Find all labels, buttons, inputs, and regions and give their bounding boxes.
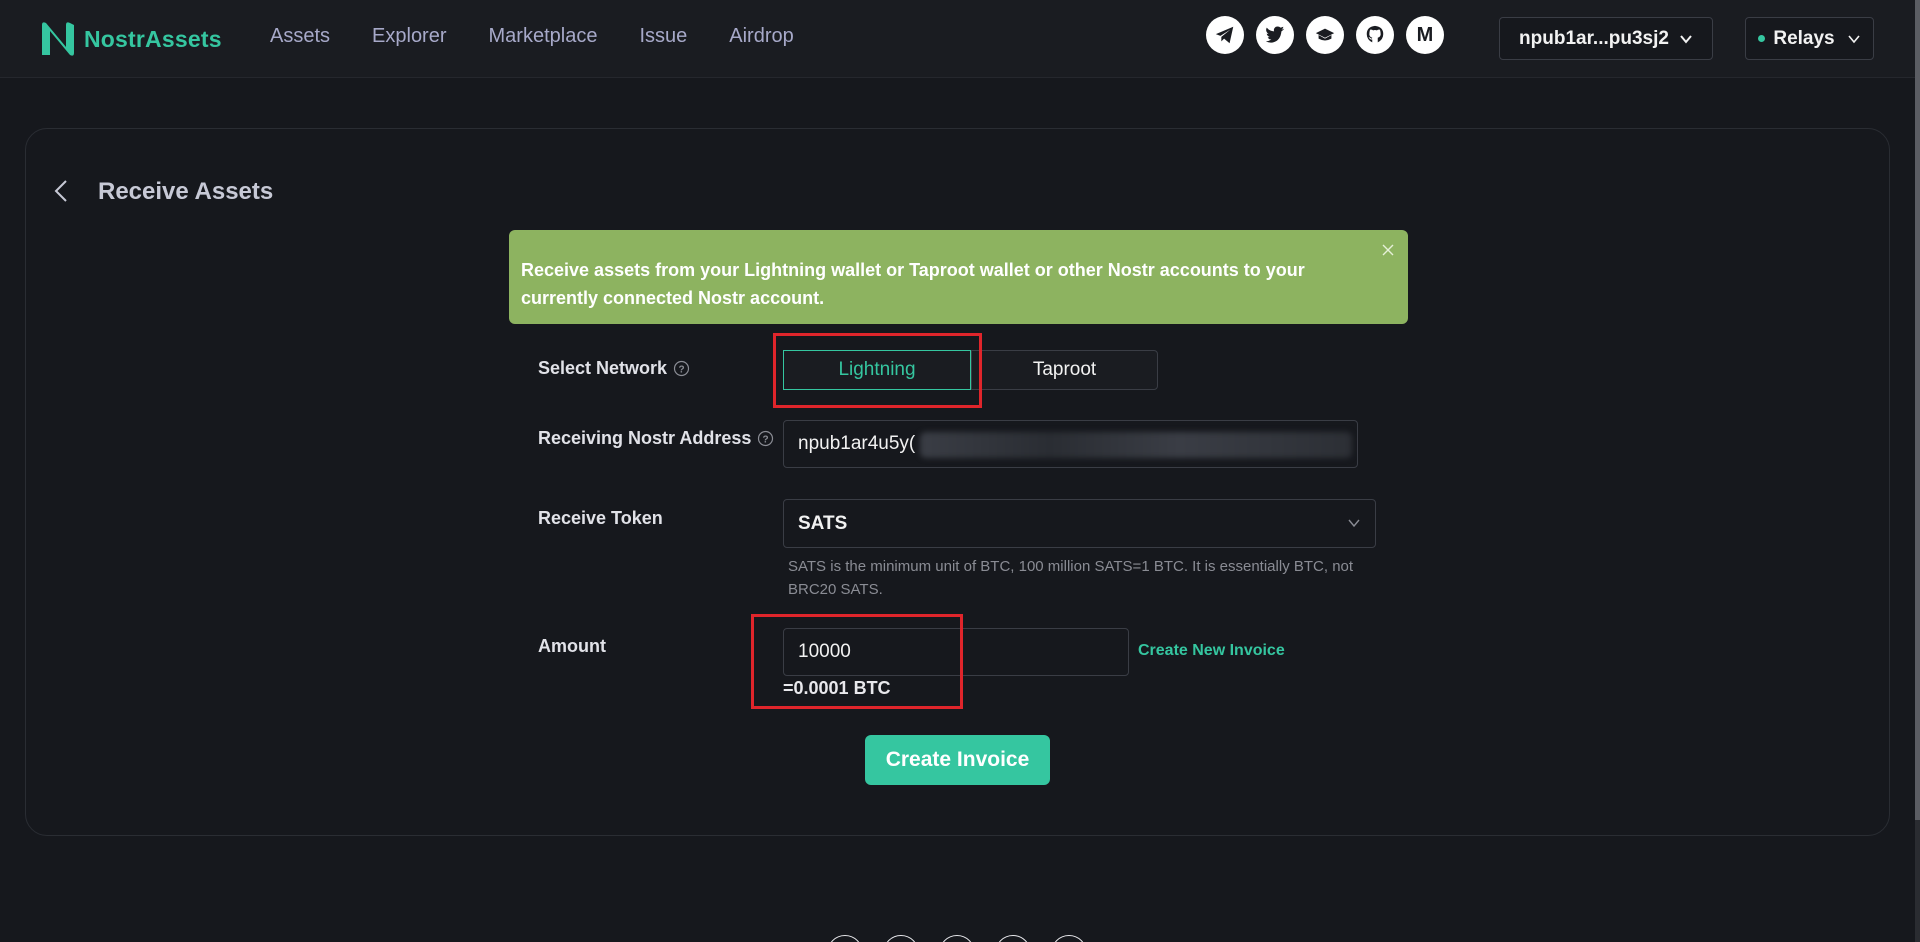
relays-dropdown[interactable]: Relays [1745, 17, 1874, 60]
token-label: Receive Token [538, 508, 663, 529]
top-header: NostrAssets Assets Explorer Marketplace … [0, 0, 1915, 78]
relay-status-dot [1758, 35, 1766, 42]
back-arrow-icon[interactable] [52, 178, 72, 204]
nav-explorer[interactable]: Explorer [372, 25, 446, 48]
create-invoice-button[interactable]: Create Invoice [865, 735, 1050, 785]
brand-name: NostrAssets [84, 25, 222, 52]
footer-social-icon[interactable] [827, 935, 863, 942]
chevron-down-icon [1680, 34, 1692, 44]
amount-label: Amount [538, 636, 606, 657]
relays-label: Relays [1773, 27, 1835, 49]
nav-airdrop[interactable]: Airdrop [729, 25, 793, 48]
svg-text:?: ? [763, 435, 769, 446]
account-dropdown[interactable]: npub1ar...pu3sj2 [1499, 17, 1713, 60]
nav-marketplace[interactable]: Marketplace [489, 25, 598, 48]
main-nav: Assets Explorer Marketplace Issue Airdro… [270, 25, 836, 48]
telegram-icon[interactable] [1206, 16, 1244, 54]
help-icon[interactable]: ? [757, 430, 774, 447]
nav-assets[interactable]: Assets [270, 25, 330, 48]
amount-label-text: Amount [538, 636, 606, 656]
close-icon[interactable] [1380, 242, 1396, 258]
create-new-invoice-link[interactable]: Create New Invoice [1138, 642, 1285, 660]
footer-social-icon[interactable] [883, 935, 919, 942]
chevron-down-icon [1348, 519, 1360, 528]
chevron-down-icon [1848, 34, 1860, 43]
network-label-text: Select Network [538, 358, 668, 378]
github-icon[interactable] [1356, 16, 1394, 54]
svg-text:?: ? [679, 365, 685, 376]
network-label: Select Network ? [538, 358, 690, 379]
info-alert: Receive assets from your Lightning walle… [509, 230, 1408, 324]
nav-issue[interactable]: Issue [639, 25, 687, 48]
network-option-taproot-label: Taproot [1032, 359, 1097, 380]
social-links: M [1206, 16, 1456, 54]
highlight-box [751, 614, 963, 709]
token-hint: SATS is the minimum unit of BTC, 100 mil… [788, 558, 1354, 598]
token-select[interactable]: SATS [783, 499, 1376, 548]
twitter-icon[interactable] [1256, 16, 1294, 54]
address-label: Receiving Nostr Address ? [538, 428, 774, 449]
page-scrollbar[interactable] [1915, 0, 1920, 942]
highlight-box [773, 333, 982, 408]
account-label: npub1ar...pu3sj2 [1519, 27, 1669, 49]
logo-mark-icon [42, 22, 74, 56]
alert-text: Receive assets from your Lightning walle… [521, 260, 1305, 308]
redacted-address [920, 432, 1352, 458]
brand-logo[interactable]: NostrAssets [38, 19, 222, 59]
network-option-taproot[interactable]: Taproot [971, 350, 1158, 390]
gitbook-icon[interactable] [1306, 16, 1344, 54]
token-value: SATS [798, 512, 848, 534]
footer-social-icon[interactable] [1051, 935, 1087, 942]
footer-social-icon[interactable] [995, 935, 1031, 942]
address-label-text: Receiving Nostr Address [538, 428, 752, 448]
help-icon[interactable]: ? [673, 360, 690, 377]
scroll-thumb[interactable] [1915, 0, 1920, 820]
page-title: Receive Assets [98, 178, 274, 205]
address-value: npub1ar4u5y( [798, 433, 916, 454]
footer-social-icons [827, 935, 1107, 942]
medium-icon[interactable]: M [1406, 16, 1444, 54]
token-label-text: Receive Token [538, 508, 663, 528]
footer-social-icon[interactable] [939, 935, 975, 942]
